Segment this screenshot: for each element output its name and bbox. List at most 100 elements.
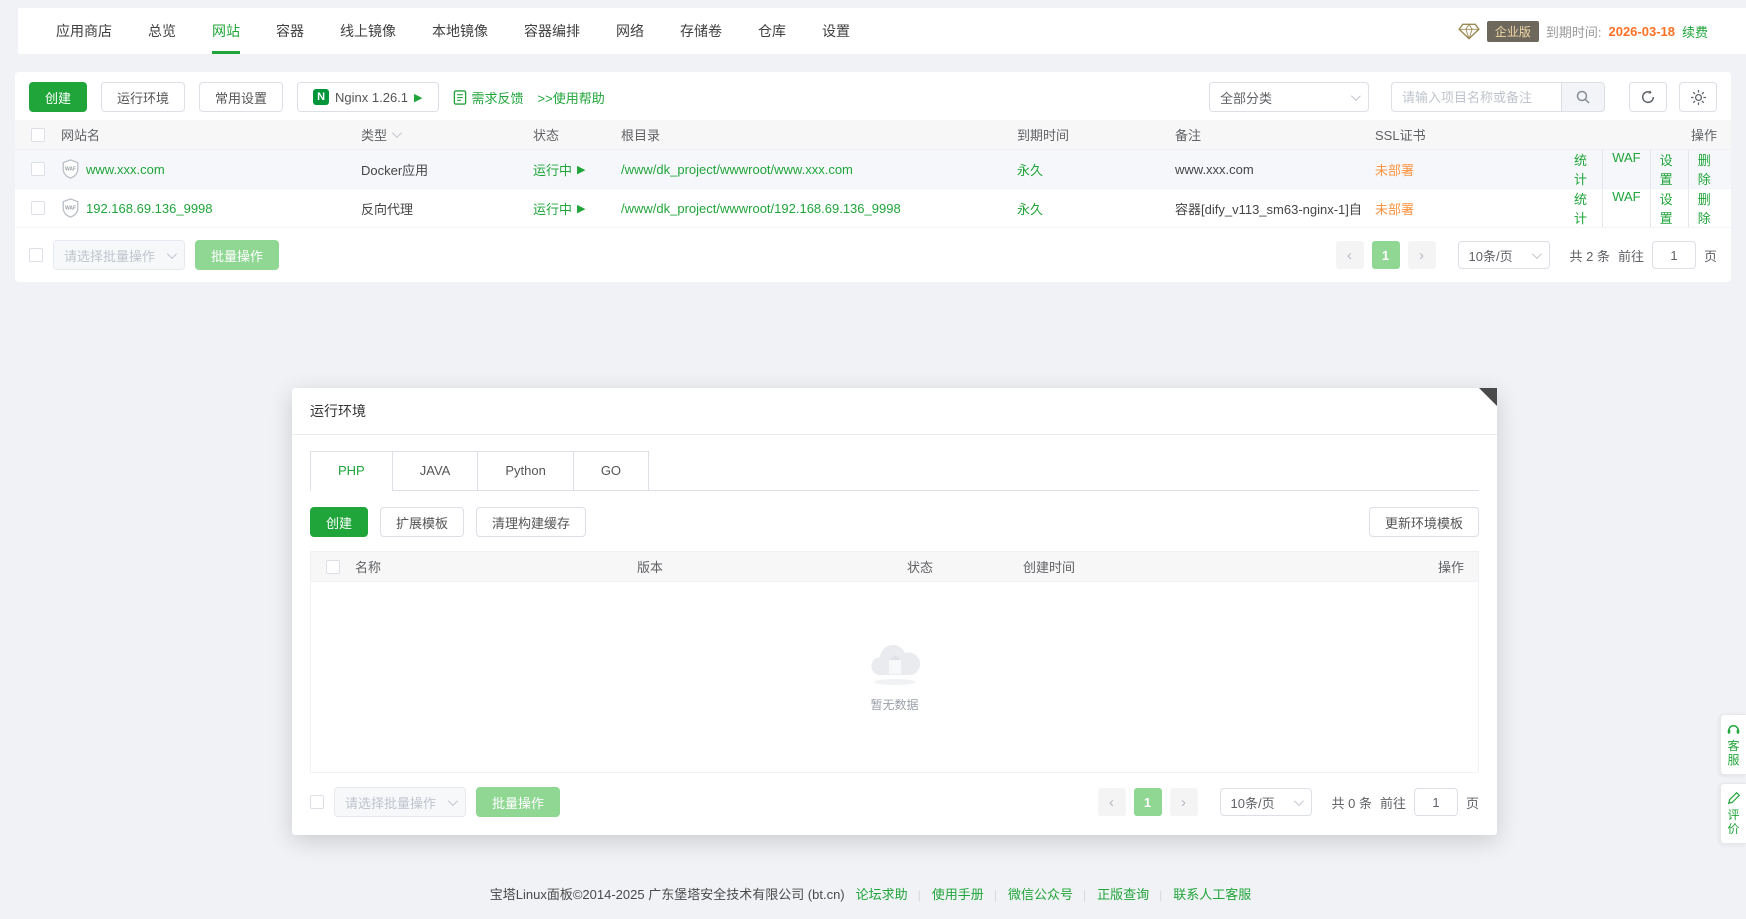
footer-link-wechat[interactable]: 微信公众号	[994, 887, 1073, 902]
current-page-button[interactable]: 1	[1372, 241, 1400, 269]
search-icon	[1575, 89, 1591, 105]
extend-template-button[interactable]: 扩展模板	[380, 507, 464, 537]
batch-bar: 请选择批量操作 批量操作 ‹ 1 › 10条/页 共 2 条 前往 页	[15, 228, 1731, 282]
nav-tab-network[interactable]: 网络	[616, 8, 644, 54]
batch-select-all-checkbox[interactable]	[29, 248, 43, 262]
category-select[interactable]: 全部分类	[1209, 82, 1369, 112]
play-icon: ▶	[414, 91, 422, 104]
modal-batch-action-select[interactable]: 请选择批量操作	[334, 787, 466, 817]
headset-icon	[1726, 722, 1741, 736]
waf-link[interactable]: WAF	[1602, 189, 1649, 227]
close-icon[interactable]	[1479, 388, 1497, 406]
modal-toolbar: 创建 扩展模板 清理构建缓存 更新环境模板	[310, 507, 1479, 537]
site-remark[interactable]: www.xxx.com	[1175, 162, 1375, 177]
nav-tab-website[interactable]: 网站	[212, 8, 240, 54]
modal-batch-checkbox[interactable]	[310, 795, 324, 809]
settings-link[interactable]: 设置	[1650, 150, 1688, 188]
page-size-select[interactable]: 10条/页	[1458, 241, 1550, 269]
pencil-icon	[1727, 791, 1741, 805]
refresh-button[interactable]	[1629, 82, 1667, 112]
modal-batch-apply-button[interactable]: 批量操作	[476, 787, 560, 817]
footer-link-license-check[interactable]: 正版查询	[1083, 887, 1149, 902]
page-unit-label: 页	[1704, 246, 1717, 265]
site-remark[interactable]: 容器[dify_v113_sm63-nginx-1]自	[1175, 199, 1375, 218]
nav-tab-volumes[interactable]: 存储卷	[680, 8, 722, 54]
webserver-button[interactable]: N Nginx 1.26.1 ▶	[297, 82, 438, 112]
modal-page-size-select[interactable]: 10条/页	[1220, 788, 1312, 816]
tab-java[interactable]: JAVA	[392, 451, 479, 491]
nginx-logo-icon: N	[313, 89, 329, 105]
current-page-button[interactable]: 1	[1134, 788, 1162, 816]
nav-tab-settings[interactable]: 设置	[822, 8, 850, 54]
refresh-icon	[1640, 89, 1656, 105]
delete-link[interactable]: 删除	[1688, 189, 1717, 227]
delete-link[interactable]: 删除	[1688, 150, 1717, 188]
site-link[interactable]: 192.168.69.136_9998	[86, 201, 213, 216]
site-status[interactable]: 运行中▶	[533, 160, 621, 179]
nav-tab-local-images[interactable]: 本地镜像	[432, 8, 488, 54]
pagination: ‹ 1 › 10条/页 共 2 条 前往 页	[1336, 241, 1718, 269]
table-header: 网站名 类型 状态 根目录 到期时间 备注 SSL证书 操作	[15, 120, 1731, 150]
nav-tab-compose[interactable]: 容器编排	[524, 8, 580, 54]
play-icon: ▶	[577, 202, 585, 215]
search-input[interactable]	[1391, 82, 1561, 112]
table-settings-button[interactable]	[1679, 82, 1717, 112]
site-expire: 永久	[1017, 160, 1175, 179]
search-button[interactable]	[1561, 82, 1605, 112]
help-link[interactable]: >>使用帮助	[538, 88, 605, 107]
expire-date: 2026-03-18	[1608, 24, 1675, 39]
row-checkbox[interactable]	[31, 162, 45, 176]
goto-page-input[interactable]	[1652, 241, 1696, 269]
nav-tab-container[interactable]: 容器	[276, 8, 304, 54]
create-env-button[interactable]: 创建	[310, 507, 368, 537]
nav-tab-overview[interactable]: 总览	[148, 8, 176, 54]
batch-apply-button[interactable]: 批量操作	[195, 240, 279, 270]
col-ssl: SSL证书	[1375, 125, 1565, 144]
site-status[interactable]: 运行中▶	[533, 199, 621, 218]
select-all-checkbox[interactable]	[31, 128, 45, 142]
update-template-button[interactable]: 更新环境模板	[1369, 507, 1479, 537]
runtime-env-button[interactable]: 运行环境	[101, 82, 185, 112]
tab-php[interactable]: PHP	[310, 451, 393, 491]
row-checkbox[interactable]	[31, 201, 45, 215]
modal-select-all-checkbox[interactable]	[326, 560, 340, 574]
site-link[interactable]: www.xxx.com	[86, 162, 165, 177]
review-tab[interactable]: 评价	[1720, 783, 1746, 844]
clean-cache-button[interactable]: 清理构建缓存	[476, 507, 586, 537]
modal-pagination: ‹ 1 › 10条/页 共 0 条 前往 页	[1098, 788, 1480, 816]
nav-tab-online-images[interactable]: 线上镜像	[340, 8, 396, 54]
footer-link-manual[interactable]: 使用手册	[918, 887, 984, 902]
waf-link[interactable]: WAF	[1602, 150, 1649, 188]
expire-label: 到期时间:	[1546, 22, 1602, 41]
root-path-link[interactable]: /www/dk_project/wwwroot/192.168.69.136_9…	[621, 201, 901, 216]
ssl-status[interactable]: 未部署	[1375, 160, 1565, 179]
runtime-modal: 运行环境 PHP JAVA Python GO 创建 扩展模板 清理构建缓存 更…	[292, 388, 1497, 835]
create-site-button[interactable]: 创建	[29, 82, 87, 112]
tab-python[interactable]: Python	[477, 451, 573, 491]
renew-link[interactable]: 续费	[1682, 22, 1708, 41]
batch-action-select[interactable]: 请选择批量操作	[53, 240, 185, 270]
col-name: 名称	[355, 557, 637, 576]
nav-tab-repository[interactable]: 仓库	[758, 8, 786, 54]
footer-link-support[interactable]: 联系人工客服	[1159, 887, 1251, 902]
stats-link[interactable]: 统计	[1565, 150, 1602, 188]
modal-goto-page-input[interactable]	[1414, 788, 1458, 816]
nav-tab-app-store[interactable]: 应用商店	[56, 8, 112, 54]
top-nav: 应用商店 总览 网站 容器 线上镜像 本地镜像 容器编排 网络 存储卷 仓库 设…	[18, 8, 1746, 54]
tab-go[interactable]: GO	[573, 451, 649, 491]
settings-link[interactable]: 设置	[1650, 189, 1688, 227]
col-type[interactable]: 类型	[361, 125, 533, 144]
waf-shield-icon: WAF	[61, 159, 80, 179]
ssl-status[interactable]: 未部署	[1375, 199, 1565, 218]
customer-service-tab[interactable]: 客服	[1720, 714, 1746, 775]
prev-page-button[interactable]: ‹	[1336, 241, 1364, 269]
common-settings-button[interactable]: 常用设置	[199, 82, 283, 112]
stats-link[interactable]: 统计	[1565, 189, 1602, 227]
next-page-button[interactable]: ›	[1170, 788, 1198, 816]
root-path-link[interactable]: /www/dk_project/wwwroot/www.xxx.com	[621, 162, 853, 177]
next-page-button[interactable]: ›	[1408, 241, 1436, 269]
footer-link-forum[interactable]: 论坛求助	[856, 887, 908, 902]
prev-page-button[interactable]: ‹	[1098, 788, 1126, 816]
feedback-link[interactable]: 需求反馈	[453, 88, 524, 107]
col-version: 版本	[637, 557, 907, 576]
